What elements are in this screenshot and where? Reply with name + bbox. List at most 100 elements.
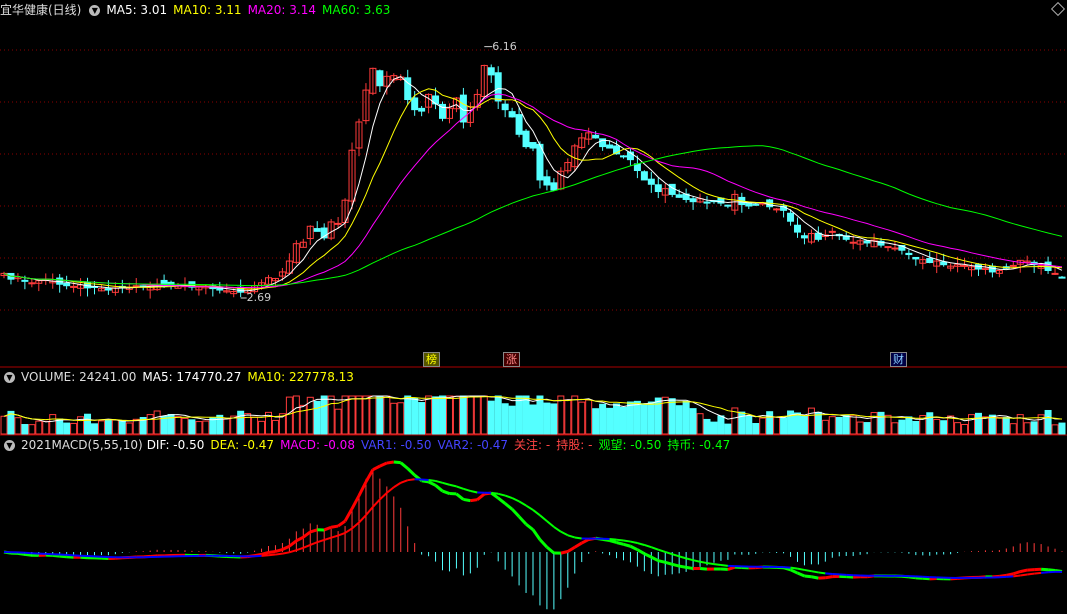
- marker-bang[interactable]: 榜: [423, 352, 440, 367]
- dea-line-segment: [296, 546, 304, 552]
- dif-line-segment: [302, 530, 312, 539]
- candle-body: [891, 247, 899, 250]
- volume-bar: [432, 396, 440, 435]
- dea-line-segment: [449, 483, 457, 488]
- volume-bar: [696, 413, 704, 435]
- dea-line-segment: [275, 552, 283, 556]
- volume-bar: [97, 420, 105, 435]
- volume-bar: [439, 395, 447, 435]
- volume-bar: [299, 404, 307, 435]
- volume-bar: [981, 416, 989, 435]
- marker-cai[interactable]: 财: [890, 352, 907, 367]
- candle-body: [752, 203, 760, 206]
- dea-line-segment: [650, 546, 659, 551]
- dif-line-segment: [399, 461, 409, 470]
- macd-chart[interactable]: [0, 452, 1067, 612]
- volume-bar: [188, 419, 196, 435]
- dif-line-segment: [309, 528, 318, 534]
- volume-bar: [501, 403, 509, 435]
- dif-line-segment: [337, 519, 346, 528]
- dif-line-segment: [1047, 568, 1056, 572]
- volume-bar: [473, 395, 481, 435]
- volume-bar: [104, 419, 112, 435]
- candle-body: [522, 130, 530, 148]
- stock-title: 宜华健康(日线): [0, 3, 82, 17]
- volume-bar: [355, 395, 363, 435]
- volume-ma10-label: MA10: 227778.13: [247, 370, 354, 384]
- volume-bar: [404, 395, 412, 435]
- volume-bar: [70, 422, 78, 435]
- dif-line-segment: [455, 492, 465, 501]
- volume-bar: [1058, 422, 1066, 435]
- expand-icon[interactable]: [1050, 1, 1066, 17]
- candle-body: [1051, 272, 1059, 275]
- volume-bar: [773, 416, 781, 435]
- candle-body: [592, 134, 600, 139]
- dea-line-segment: [1006, 575, 1014, 578]
- collapse-icon[interactable]: ▼: [89, 5, 101, 16]
- volume-bar: [84, 413, 92, 435]
- dea-line-segment: [623, 539, 631, 543]
- dif-line-segment: [789, 568, 799, 575]
- dea-line-segment: [692, 559, 701, 563]
- dif-line-segment: [573, 541, 583, 549]
- volume-bar: [181, 417, 189, 435]
- volume-bar: [376, 395, 384, 435]
- dif-line-segment: [567, 545, 576, 553]
- dea-line-segment: [1034, 571, 1042, 575]
- volume-bar: [487, 400, 495, 435]
- dif-line-segment: [517, 515, 528, 526]
- candle-body: [418, 107, 426, 112]
- volume-bar: [56, 418, 64, 435]
- volume-bar: [90, 423, 98, 435]
- dif-line-segment: [664, 560, 673, 566]
- dea-line-segment: [428, 478, 436, 482]
- volume-bar: [230, 415, 238, 435]
- volume-bar: [21, 424, 29, 435]
- dif-line-segment: [372, 464, 381, 471]
- dea-line-segment: [720, 564, 729, 567]
- dif-line-segment: [330, 524, 339, 529]
- dif-line-segment: [268, 549, 276, 554]
- dea-line-segment: [539, 514, 548, 522]
- volume-bar: [411, 397, 419, 435]
- dif-line-segment: [636, 548, 646, 556]
- dea-line-segment: [379, 492, 388, 501]
- volume-bar: [0, 415, 8, 435]
- volume-bar: [633, 400, 641, 435]
- volume-bar: [348, 395, 356, 435]
- dif-line-segment: [476, 492, 486, 501]
- volume-bar: [842, 414, 850, 435]
- collapse-icon[interactable]: ▼: [4, 440, 15, 451]
- candle-body: [515, 114, 523, 135]
- volume-bar: [968, 414, 976, 435]
- dea-line-segment: [560, 530, 569, 537]
- candle-body: [828, 230, 836, 233]
- volume-bar: [397, 402, 405, 435]
- dea-line-segment: [797, 567, 805, 571]
- volume-bar: [334, 408, 342, 435]
- volume-bar: [35, 420, 43, 435]
- volume-bar: [912, 420, 920, 435]
- var1-label: VAR1: -0.50: [360, 438, 432, 452]
- dea-line-segment: [699, 560, 708, 565]
- volume-bar: [418, 402, 426, 435]
- volume-bar: [390, 402, 398, 435]
- volume-bar: [571, 395, 579, 435]
- dea-line-segment: [309, 541, 318, 546]
- dea-line-segment: [435, 479, 443, 484]
- volume-bar: [849, 414, 857, 435]
- dif-line-segment: [1005, 572, 1014, 577]
- volume-bar: [258, 420, 266, 435]
- dea-line-segment: [790, 566, 798, 570]
- dif-line-segment: [434, 484, 444, 493]
- volume-chart[interactable]: [0, 384, 1067, 436]
- volume-bar: [1023, 422, 1031, 435]
- candle-body: [487, 67, 495, 76]
- collapse-icon[interactable]: ▼: [4, 372, 15, 383]
- price-chart[interactable]: [0, 18, 1067, 368]
- dif-line-segment: [678, 564, 687, 569]
- marker-zhang[interactable]: 涨: [503, 352, 520, 367]
- volume-bar: [237, 410, 245, 435]
- dea-line-segment: [518, 500, 527, 507]
